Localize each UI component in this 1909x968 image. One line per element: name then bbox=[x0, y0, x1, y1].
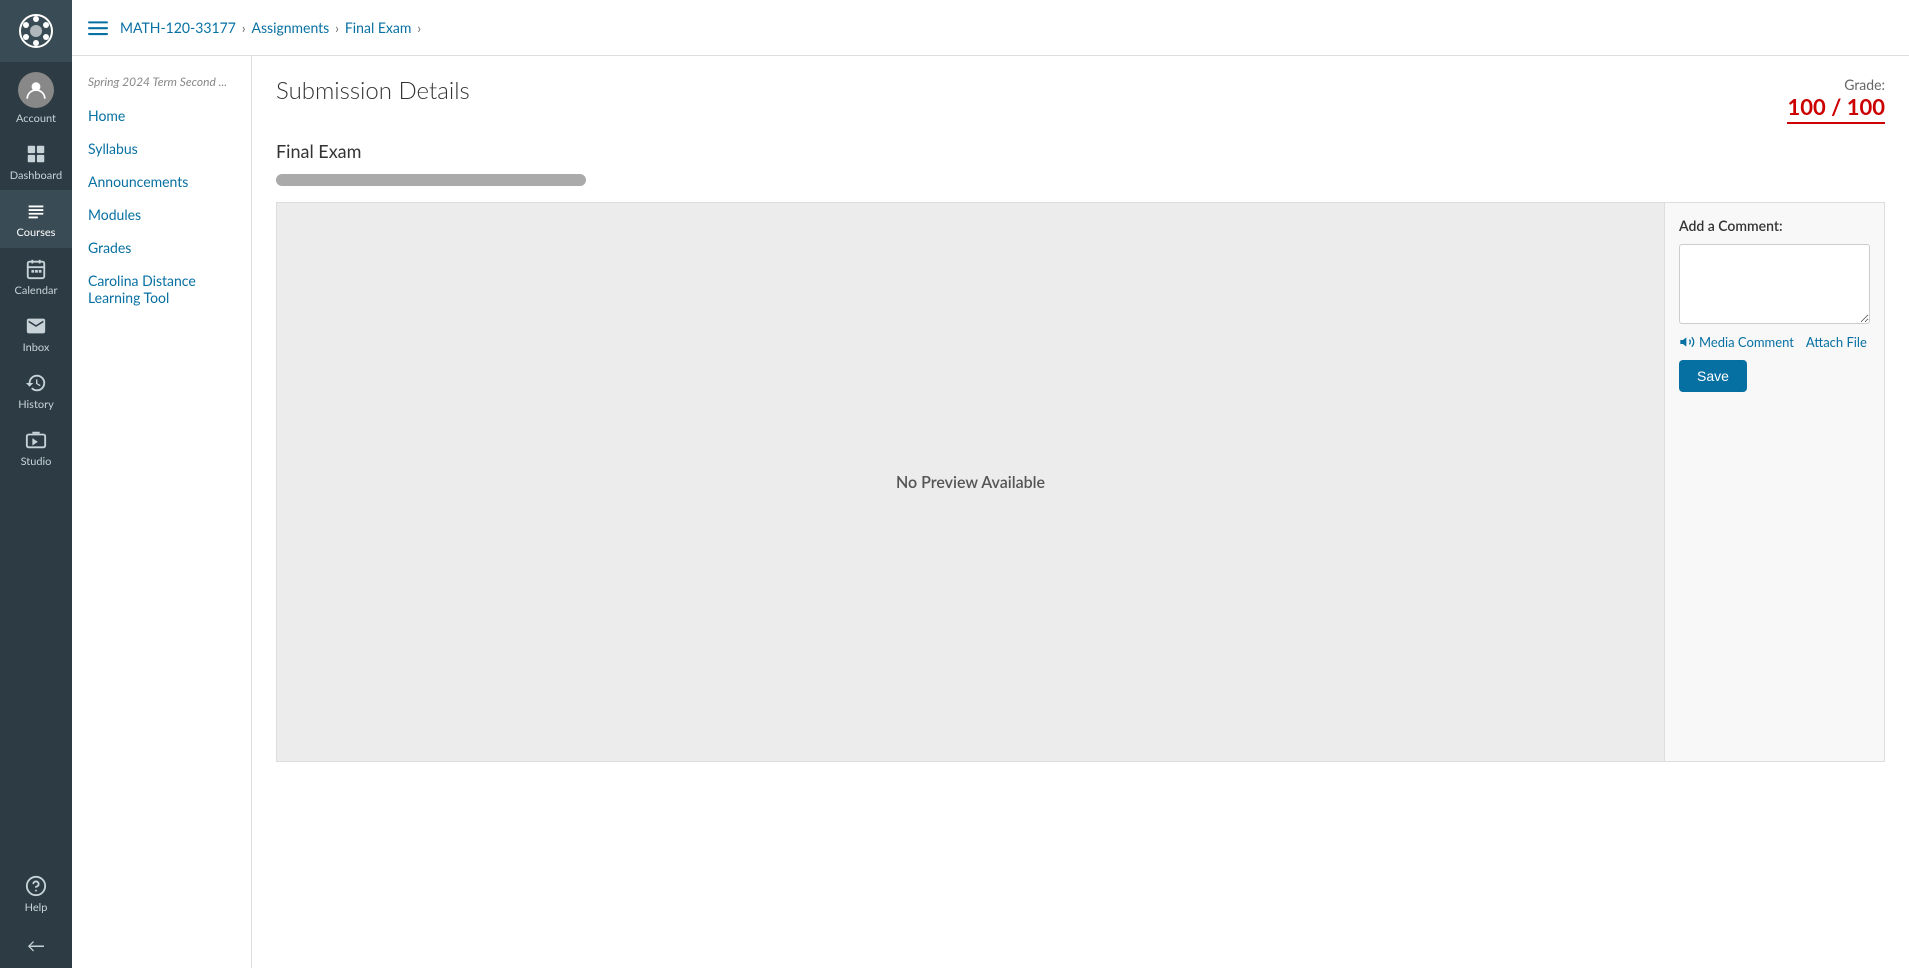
content-area: Spring 2024 Term Second ... Home Syllabu… bbox=[72, 56, 1909, 968]
course-nav-syllabus[interactable]: Syllabus bbox=[72, 132, 251, 165]
breadcrumb-course-link[interactable]: MATH-120-33177 bbox=[120, 19, 236, 36]
attach-file-button[interactable]: Attach File bbox=[1806, 334, 1867, 350]
menu-toggle-button[interactable] bbox=[88, 18, 108, 38]
breadcrumb-current-page: Final Exam bbox=[345, 19, 411, 36]
exam-title: Final Exam bbox=[276, 140, 1885, 162]
collapse-icon: ← bbox=[27, 934, 45, 956]
grade-display: Grade: 100 / 100 bbox=[1787, 76, 1885, 124]
course-nav-announcements[interactable]: Announcements bbox=[72, 165, 251, 198]
breadcrumb-separator-1: › bbox=[242, 20, 246, 36]
main-area: MATH-120-33177 › Assignments › Final Exa… bbox=[72, 0, 1909, 968]
sidebar-item-courses[interactable]: Courses bbox=[0, 190, 72, 247]
sidebar-item-account-label: Account bbox=[16, 112, 56, 125]
media-comment-icon bbox=[1679, 334, 1695, 350]
course-nav-modules[interactable]: Modules bbox=[72, 198, 251, 231]
sidebar-item-courses-label: Courses bbox=[17, 226, 56, 239]
save-button[interactable]: Save bbox=[1679, 360, 1747, 392]
topbar: MATH-120-33177 › Assignments › Final Exa… bbox=[72, 0, 1909, 56]
sidebar-item-dashboard-label: Dashboard bbox=[10, 169, 62, 182]
sidebar-item-history[interactable]: History bbox=[0, 362, 72, 419]
course-nav-home[interactable]: Home bbox=[72, 99, 251, 132]
sidebar: Account Dashboard Courses Calendar bbox=[0, 0, 72, 968]
sidebar-item-calendar[interactable]: Calendar bbox=[0, 248, 72, 305]
avatar bbox=[18, 72, 54, 108]
grade-label: Grade: bbox=[1844, 76, 1885, 93]
media-comment-label: Media Comment bbox=[1699, 334, 1794, 350]
sidebar-item-calendar-label: Calendar bbox=[15, 284, 58, 297]
breadcrumb-separator-2: › bbox=[335, 20, 339, 36]
sidebar-item-help[interactable]: Help bbox=[0, 865, 72, 922]
submission-body: No Preview Available Add a Comment: bbox=[276, 202, 1885, 762]
course-nav-cdl-tool[interactable]: Carolina Distance Learning Tool bbox=[72, 264, 251, 314]
sidebar-item-account[interactable]: Account bbox=[0, 62, 72, 133]
course-term: Spring 2024 Term Second ... bbox=[72, 68, 251, 99]
progress-bar-container bbox=[276, 174, 1885, 186]
course-nav-grades[interactable]: Grades bbox=[72, 231, 251, 264]
sidebar-item-dashboard[interactable]: Dashboard bbox=[0, 133, 72, 190]
sidebar-item-history-label: History bbox=[18, 398, 54, 411]
comment-actions: Media Comment Attach File bbox=[1679, 334, 1870, 350]
preview-area: No Preview Available bbox=[277, 203, 1664, 761]
course-nav: Spring 2024 Term Second ... Home Syllabu… bbox=[72, 56, 252, 968]
sidebar-collapse-button[interactable]: ← bbox=[0, 922, 72, 968]
grade-value: 100 / 100 bbox=[1787, 93, 1885, 124]
sidebar-item-inbox[interactable]: Inbox bbox=[0, 305, 72, 362]
breadcrumb-trailing: › bbox=[417, 20, 421, 36]
page-content: Submission Details Grade: 100 / 100 Fina… bbox=[252, 56, 1909, 968]
media-comment-button[interactable]: Media Comment bbox=[1679, 334, 1794, 350]
comment-label: Add a Comment: bbox=[1679, 217, 1870, 234]
sidebar-item-studio[interactable]: Studio bbox=[0, 419, 72, 476]
logo[interactable] bbox=[0, 0, 72, 62]
sidebar-item-studio-label: Studio bbox=[21, 455, 52, 468]
sidebar-item-help-label: Help bbox=[25, 901, 48, 914]
sidebar-item-inbox-label: Inbox bbox=[23, 341, 50, 354]
page-header: Submission Details Grade: 100 / 100 bbox=[276, 76, 1885, 124]
breadcrumb-assignments-link[interactable]: Assignments bbox=[251, 19, 329, 36]
page-title: Submission Details bbox=[276, 76, 470, 105]
breadcrumb: MATH-120-33177 › Assignments › Final Exa… bbox=[120, 19, 421, 36]
comment-panel: Add a Comment: Media Comment Attach File bbox=[1664, 203, 1884, 761]
no-preview-text: No Preview Available bbox=[896, 473, 1045, 492]
progress-bar bbox=[276, 174, 586, 186]
comment-textarea[interactable] bbox=[1679, 244, 1870, 324]
